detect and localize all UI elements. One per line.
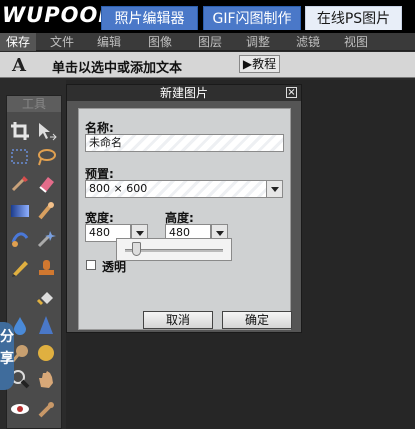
dialog-title: 新建图片 <box>67 85 301 101</box>
marquee-icon[interactable] <box>9 146 31 168</box>
sharpen-icon[interactable] <box>35 314 57 336</box>
wand-icon[interactable] <box>35 228 57 250</box>
new-image-dialog: 新建图片 × 名称: 未命名 预置: 800 × 600 宽度: 480 高度:… <box>66 84 302 333</box>
tutorial-button[interactable]: ▶教程 <box>239 55 280 73</box>
clone-icon[interactable] <box>9 228 31 250</box>
eraser-icon[interactable] <box>35 172 57 194</box>
menu-file[interactable]: 文件 <box>50 35 74 49</box>
preset-select[interactable]: 800 × 600 <box>85 180 267 198</box>
confirm-button[interactable]: 确定 <box>222 311 292 329</box>
pencil-icon[interactable] <box>9 256 31 278</box>
menu-edit[interactable]: 编辑 <box>97 35 121 49</box>
stamp-icon[interactable] <box>35 256 57 278</box>
close-icon[interactable]: × <box>286 87 297 98</box>
share-side-tab[interactable]: 分享 <box>0 322 14 390</box>
text-tool-icon: A <box>12 55 26 76</box>
slider-thumb[interactable] <box>132 242 141 256</box>
crop-icon[interactable] <box>9 120 31 142</box>
tab-gif-maker[interactable]: GIF闪图制作 <box>203 6 301 30</box>
move-icon[interactable] <box>35 120 57 142</box>
tools-panel: 工具 <box>6 95 62 429</box>
menu-bar: 保存 文件 编辑 图像 图层 调整 滤镜 视图 <box>0 33 415 51</box>
preset-dropdown-arrow-icon[interactable] <box>266 180 283 198</box>
options-toolbar: A 单击以选中或添加文本 ▶教程 <box>0 52 415 78</box>
eye-icon[interactable] <box>9 398 31 420</box>
menu-filter[interactable]: 滤镜 <box>296 35 320 49</box>
tab-online-ps[interactable]: 在线PS图片 <box>305 6 402 30</box>
fill-icon[interactable] <box>35 286 57 308</box>
toolbar-hint: 单击以选中或添加文本 <box>52 61 183 76</box>
lasso-icon[interactable] <box>35 146 57 168</box>
menu-view[interactable]: 视图 <box>344 35 368 49</box>
dialog-body: 名称: 未命名 预置: 800 × 600 宽度: 480 高度: 480 透明… <box>78 108 292 330</box>
sponge-icon[interactable] <box>35 342 57 364</box>
brush-icon[interactable] <box>9 172 31 194</box>
transparent-checkbox[interactable] <box>86 260 96 270</box>
cancel-button[interactable]: 取消 <box>143 311 213 329</box>
menu-image[interactable]: 图像 <box>148 35 172 49</box>
gradient-icon[interactable] <box>9 200 31 222</box>
tab-photo-editor[interactable]: 照片编辑器 <box>101 6 198 30</box>
hand-icon[interactable] <box>35 368 57 390</box>
top-bar: WUPOOP 照片编辑器 GIF闪图制作 在线PS图片 <box>0 0 415 33</box>
name-input[interactable]: 未命名 <box>85 134 284 152</box>
app-logo[interactable]: WUPOOP <box>2 3 115 27</box>
menu-layer[interactable]: 图层 <box>198 35 222 49</box>
tools-panel-title: 工具 <box>7 96 61 112</box>
menu-save[interactable]: 保存 <box>0 33 37 51</box>
picker-icon[interactable] <box>35 398 57 420</box>
smudge-icon[interactable] <box>35 200 57 222</box>
menu-adjust[interactable]: 调整 <box>246 35 270 49</box>
width-slider-popup <box>116 238 232 261</box>
